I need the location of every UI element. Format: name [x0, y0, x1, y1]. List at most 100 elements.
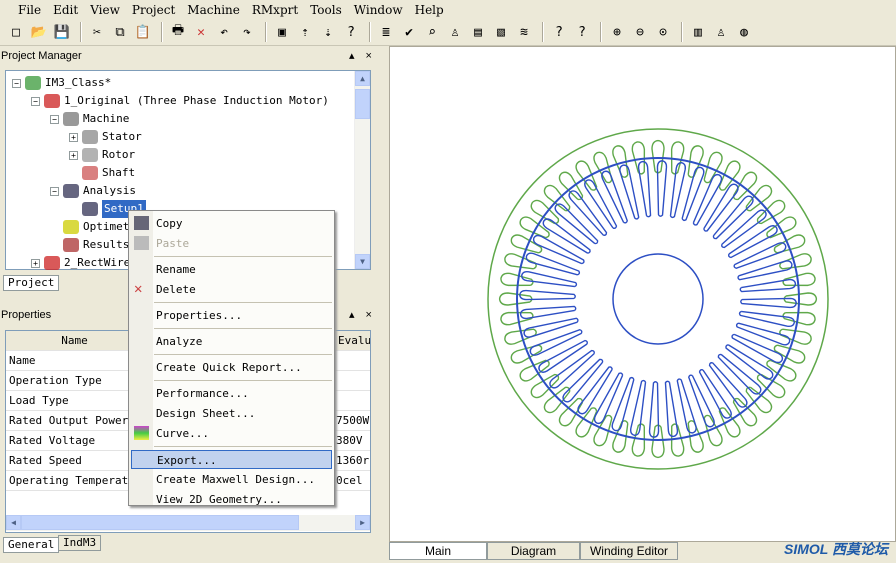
scroll-left-icon[interactable]: ◀ [6, 515, 21, 530]
menu-separator [154, 256, 332, 257]
menu-item-paste[interactable]: Paste [131, 234, 332, 253]
print-icon[interactable]: 🖶 [168, 22, 188, 42]
tree-item-results[interactable]: Results [50, 236, 129, 254]
tree-item-2_rectwire[interactable]: +2_RectWire [31, 254, 130, 272]
menu-help[interactable]: Help [415, 3, 444, 17]
tree-item-machine[interactable]: − Machine [50, 110, 129, 128]
collapse-icon[interactable]: − [50, 186, 59, 196]
toolbar-separator [265, 22, 267, 42]
horizontal-scrollbar[interactable]: ◀ ▶ [6, 515, 370, 531]
scroll-up-icon[interactable]: ▲ [355, 71, 370, 86]
menu-window[interactable]: Window [354, 3, 403, 17]
menu-item-analyze[interactable]: Analyze [131, 332, 332, 351]
tree-scrollbar[interactable]: ▲ ▼ [354, 71, 370, 269]
optimetrics-icon [63, 220, 79, 234]
menu-item-properties[interactable]: Properties... [131, 306, 332, 325]
rotor-slot [542, 218, 591, 254]
rotor-slot [735, 322, 791, 346]
layout-icon[interactable]: ▥ [688, 22, 708, 42]
tab-project[interactable]: Project [3, 275, 60, 291]
menu-item-view-2d-geometry[interactable]: View 2D Geometry... [131, 490, 332, 509]
model-icon[interactable]: ♙ [711, 22, 731, 42]
tree-item-stator[interactable]: + Stator [69, 128, 142, 146]
panel-controls[interactable]: ▴ × [349, 307, 380, 323]
menu-tools[interactable]: Tools [310, 3, 342, 17]
collapse-icon[interactable]: − [31, 96, 40, 106]
menu-item-delete[interactable]: ✕ Delete [131, 280, 332, 299]
property-value: 7500W [336, 414, 370, 427]
tree-item-rotor[interactable]: + Rotor [69, 146, 135, 164]
tab-diagram[interactable]: Diagram [487, 542, 580, 560]
validate-icon[interactable]: ✔ [399, 22, 419, 42]
move-down-icon[interactable]: ⇣ [318, 22, 338, 42]
tab-general[interactable]: General [3, 537, 60, 553]
open-icon[interactable]: 📂 [29, 22, 49, 42]
menu-view[interactable]: View [90, 3, 120, 17]
new-icon[interactable]: □ [6, 22, 26, 42]
panel-controls[interactable]: ▴ × [349, 48, 380, 64]
menu-machine[interactable]: Machine [187, 3, 240, 17]
scroll-right-icon[interactable]: ▶ [355, 515, 370, 530]
collapse-icon[interactable]: − [12, 78, 21, 88]
menu-item-design-sheet[interactable]: Design Sheet... [131, 404, 332, 423]
doc-icon[interactable]: ▤ [468, 22, 488, 42]
menu-item-create-maxwell-design[interactable]: Create Maxwell Design... [131, 470, 332, 489]
menu-item-rename[interactable]: Rename [131, 260, 332, 279]
scroll-down-icon[interactable]: ▼ [355, 254, 370, 269]
menu-item-copy[interactable]: Copy [131, 214, 332, 233]
cut-icon[interactable]: ✂ [87, 22, 107, 42]
redo-icon[interactable]: ↷ [237, 22, 257, 42]
tree-item-im3_class*[interactable]: − IM3_Class* [12, 74, 111, 92]
export-icon[interactable]: ▧ [491, 22, 511, 42]
move-up-icon[interactable]: ⇡ [295, 22, 315, 42]
zoom-out-icon[interactable]: ⊖ [630, 22, 650, 42]
delete-icon[interactable]: ✕ [191, 22, 211, 42]
menu-separator [154, 380, 332, 381]
menu-item-create-quick-report[interactable]: Create Quick Report... [131, 358, 332, 377]
rotor-slot [703, 183, 739, 232]
project-icon [25, 76, 41, 90]
tab-winding-editor[interactable]: Winding Editor [580, 542, 678, 560]
delete-icon: ✕ [134, 281, 143, 297]
shaft-icon [82, 166, 98, 180]
expand-icon[interactable]: + [31, 258, 40, 268]
menu-project[interactable]: Project [132, 3, 175, 17]
zoom-in-icon[interactable]: ⊕ [607, 22, 627, 42]
select-icon[interactable]: ▣ [272, 22, 292, 42]
menu-rmxprt[interactable]: RMxprt [252, 3, 298, 17]
menu-separator [154, 302, 332, 303]
scroll-thumb[interactable] [355, 89, 370, 119]
view3d-icon[interactable]: ◍ [734, 22, 754, 42]
tab-indm3[interactable]: IndM3 [58, 535, 102, 551]
collapse-icon[interactable]: − [50, 114, 59, 124]
sheet-icon[interactable]: ≣ [376, 22, 396, 42]
tree-item-1_original[interactable]: −1_Original (Three Phase Induction Motor… [31, 92, 329, 110]
curve-icon[interactable]: ≋ [514, 22, 534, 42]
rotor-slot [611, 376, 635, 432]
tree-item-analysis[interactable]: − Analysis [50, 182, 136, 200]
whats-this-icon[interactable]: ? [549, 22, 569, 42]
tree-item-shaft[interactable]: Shaft [69, 164, 135, 182]
query-icon[interactable]: ? [572, 22, 592, 42]
menu-item-export[interactable]: Export... [131, 450, 332, 469]
undo-icon[interactable]: ↶ [214, 22, 234, 42]
rotor-slot [601, 170, 628, 224]
menu-item-curve[interactable]: Curve... [131, 424, 332, 443]
analyze-icon[interactable]: ⌕ [422, 22, 442, 42]
help-icon[interactable]: ? [341, 22, 361, 42]
expand-icon[interactable]: + [69, 150, 78, 160]
menu-edit[interactable]: Edit [53, 3, 78, 17]
copy-icon[interactable]: ⧉ [110, 22, 130, 42]
scroll-thumb[interactable] [21, 515, 299, 530]
geometry-view[interactable] [389, 46, 896, 542]
zoom-fit-icon[interactable]: ⊙ [653, 22, 673, 42]
menu-file[interactable]: File [18, 3, 41, 17]
tab-main[interactable]: Main [389, 542, 487, 560]
expand-icon[interactable]: + [69, 132, 78, 142]
menu-item-performance[interactable]: Performance... [131, 384, 332, 403]
rotor-slot [529, 329, 583, 356]
save-icon[interactable]: 💾 [52, 22, 72, 42]
watermark-logo: SIMOL 西莫论坛 [784, 541, 888, 557]
paste-icon[interactable]: 📋 [133, 22, 153, 42]
report-icon[interactable]: ♙ [445, 22, 465, 42]
